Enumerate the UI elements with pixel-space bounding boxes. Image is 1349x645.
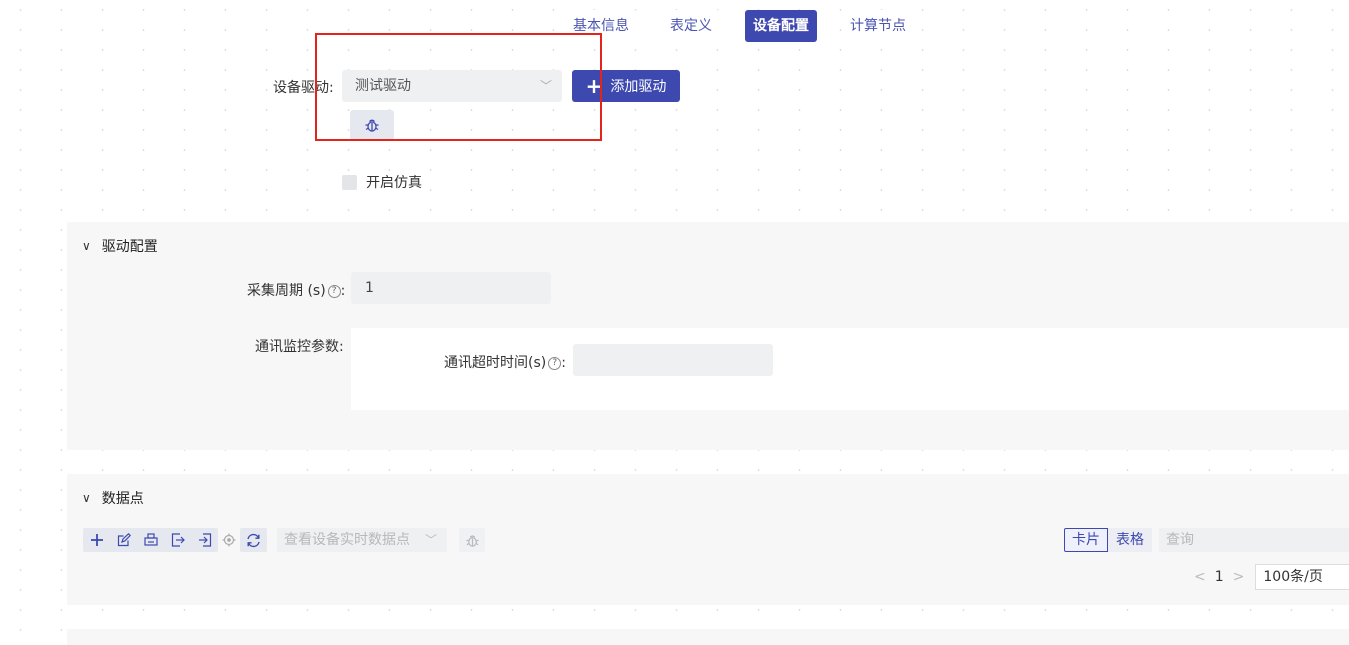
driver-label: 设备驱动:	[273, 77, 334, 97]
prev-page-icon[interactable]: <	[1194, 569, 1206, 585]
print-icon	[143, 533, 158, 546]
refresh-icon	[247, 533, 260, 547]
batch-point-button[interactable]	[137, 528, 164, 552]
locate-point-button[interactable]	[218, 528, 240, 552]
driver-config-title: 驱动配置	[101, 239, 158, 255]
bug-icon	[465, 534, 479, 547]
data-points-panel: ∨ 数据点 查看设备实时数据点 ﹀ 卡片 表格 查询 < 1 > 100条/页	[67, 474, 1349, 605]
collect-period-label: 采集周期 (s)?:	[247, 280, 345, 300]
import-point-button[interactable]	[164, 528, 191, 552]
collect-period-value: 1	[365, 280, 374, 296]
view-switch: 卡片 表格	[1064, 528, 1152, 552]
next-panel	[67, 629, 1349, 645]
data-points-title: 数据点	[101, 491, 144, 507]
simulation-label: 开启仿真	[366, 175, 422, 191]
driver-config-header[interactable]: ∨ 驱动配置	[82, 236, 158, 256]
debug-driver-button[interactable]	[350, 110, 394, 140]
add-driver-label: 添加驱动	[610, 79, 667, 95]
refresh-button[interactable]	[240, 528, 267, 552]
export-icon	[198, 533, 211, 547]
timeout-text: 通讯超时时间(s)	[444, 355, 547, 371]
chevron-down-icon: ∨	[82, 239, 91, 253]
timeout-label: 通讯超时时间(s)?:	[444, 352, 566, 372]
help-icon[interactable]: ?	[548, 356, 562, 370]
export-point-button[interactable]	[191, 528, 218, 552]
pagination: < 1 > 100条/页	[1185, 564, 1349, 590]
toolbar-button-group	[83, 528, 218, 552]
config-tabs: 基本信息 表定义 设备配置 计算节点	[565, 10, 914, 42]
current-page[interactable]: 1	[1215, 569, 1224, 585]
timeout-input[interactable]	[573, 344, 773, 376]
monitor-params-area: 通讯超时时间(s)?:	[351, 328, 1349, 410]
chevron-down-icon: ﹀	[539, 79, 552, 93]
edit-icon	[117, 533, 131, 547]
view-card-button[interactable]: 卡片	[1064, 528, 1108, 552]
bug-icon	[365, 119, 379, 132]
tab-compute-node[interactable]: 计算节点	[842, 10, 914, 42]
realtime-points-select[interactable]: 查看设备实时数据点 ﹀	[277, 528, 447, 552]
page-size-select[interactable]: 100条/页	[1255, 564, 1349, 590]
simulation-toggle[interactable]: 开启仿真	[342, 172, 422, 192]
add-driver-button[interactable]: + 添加驱动	[572, 70, 680, 102]
monitor-params-label: 通讯监控参数:	[255, 339, 344, 355]
help-icon[interactable]: ?	[327, 284, 341, 298]
plus-icon: +	[585, 74, 603, 98]
collect-period-colon: :	[340, 283, 346, 299]
edit-point-button[interactable]	[110, 528, 137, 552]
chevron-down-icon: ﹀	[424, 533, 437, 547]
driver-select-value: 测试驱动	[355, 78, 411, 94]
add-point-button[interactable]	[83, 528, 110, 552]
driver-config-panel: ∨ 驱动配置 采集周期 (s)?: 1 通讯监控参数: 通讯超时时间(s)?:	[67, 222, 1349, 450]
collect-period-text: 采集周期 (s)	[247, 283, 326, 299]
tab-device-config[interactable]: 设备配置	[745, 10, 817, 42]
driver-select[interactable]: 测试驱动 ﹀	[342, 70, 562, 102]
data-points-toolbar: 查看设备实时数据点 ﹀	[83, 528, 485, 552]
debug-points-button[interactable]	[459, 528, 485, 552]
plus-icon	[90, 534, 103, 546]
data-points-header[interactable]: ∨ 数据点	[82, 488, 144, 508]
collect-period-input[interactable]: 1	[351, 272, 551, 304]
next-page-icon[interactable]: >	[1233, 569, 1245, 585]
import-icon	[171, 533, 185, 547]
page-size-value: 100条/页	[1263, 569, 1323, 585]
timeout-colon: :	[561, 355, 566, 371]
target-icon	[222, 533, 236, 547]
tab-table-definition[interactable]: 表定义	[662, 10, 720, 42]
realtime-points-label: 查看设备实时数据点	[284, 532, 410, 548]
view-table-button[interactable]: 表格	[1108, 528, 1152, 552]
chevron-down-icon: ∨	[82, 491, 91, 505]
simulation-checkbox[interactable]	[342, 174, 357, 190]
tab-basic-info[interactable]: 基本信息	[565, 10, 637, 42]
search-input[interactable]: 查询	[1159, 528, 1349, 552]
